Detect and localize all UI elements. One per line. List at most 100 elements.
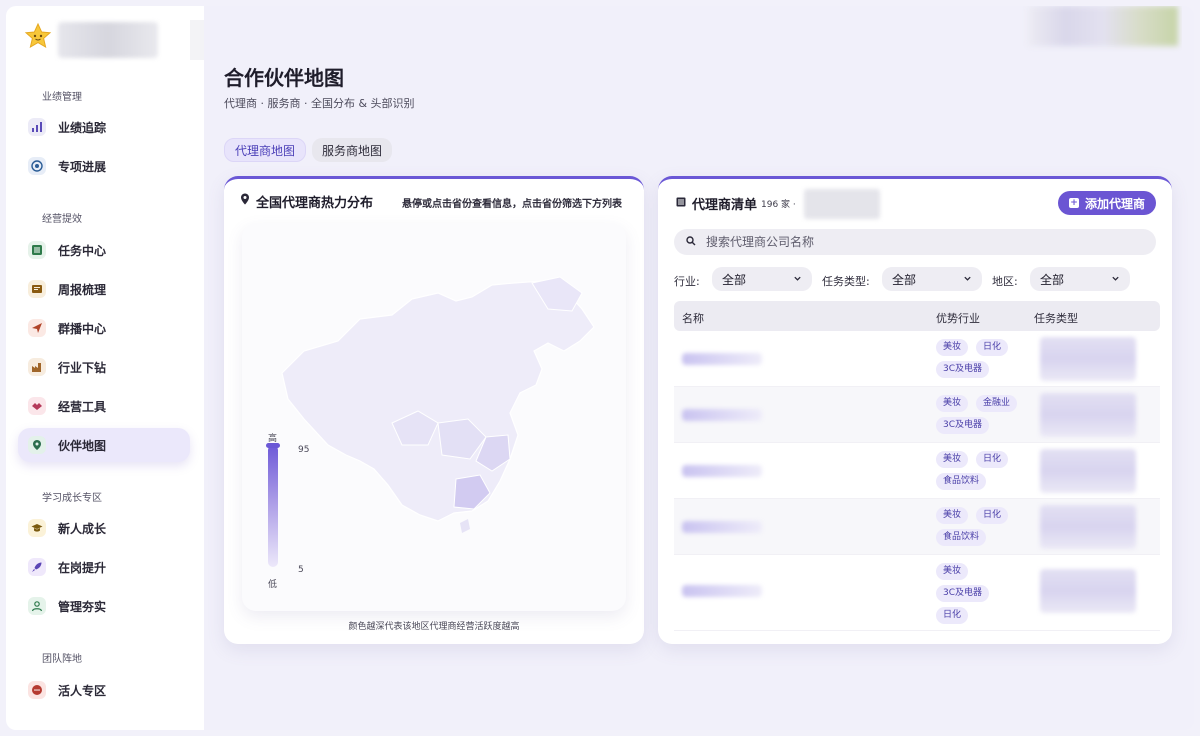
agent-name-redacted	[682, 409, 762, 421]
industry-tag: 3C及电器	[936, 417, 990, 434]
agent-name-redacted	[682, 353, 762, 365]
sidebar-item-label: 在岗提升	[58, 560, 107, 575]
industry-tag: 3C及电器	[936, 361, 990, 378]
chevron-down-icon	[964, 276, 971, 281]
agent-list-card: 代理商清单 196 家 · + 添加代理商 行业: 全部 任务类型: 全部 地区…	[658, 176, 1172, 644]
region-filter-label: 地区:	[992, 275, 1018, 288]
sidebar-item-partner-map[interactable]: 伙伴地图	[18, 428, 190, 462]
tab-service-provider-map[interactable]: 服务商地图	[312, 138, 393, 162]
industry-filter-select[interactable]: 全部	[712, 267, 812, 291]
add-agent-label: 添加代理商	[1084, 196, 1145, 211]
handshake-icon	[28, 397, 46, 415]
heat-legend-bar	[268, 445, 278, 567]
industry-tag: 美妆	[936, 339, 969, 356]
factory-icon	[28, 358, 46, 376]
app-name-redacted	[58, 22, 158, 58]
task-type-redacted	[1040, 569, 1136, 613]
page-title: 合作伙伴地图	[224, 66, 344, 90]
pin-icon	[28, 436, 46, 454]
list-icon	[28, 241, 46, 259]
industry-tag: 日化	[936, 607, 969, 624]
chat-icon	[28, 681, 46, 699]
industry-tag: 日化	[976, 507, 1009, 524]
nav-section-learning: 学习成长专区	[42, 493, 102, 504]
task-type-filter-label: 任务类型:	[822, 275, 870, 288]
column-industry: 优势行业	[936, 312, 980, 325]
sidebar-item-task-center[interactable]: 任务中心	[18, 233, 190, 267]
search-input[interactable]	[674, 229, 1156, 255]
legend-low-label: 低	[268, 580, 278, 590]
china-map-panel	[242, 223, 626, 611]
china-map[interactable]	[242, 223, 626, 611]
industry-tag: 3C及电器	[936, 585, 990, 602]
column-name: 名称	[682, 312, 704, 325]
industry-tag: 美妆	[936, 507, 969, 524]
sidebar-item-label: 新人成长	[58, 521, 107, 536]
table-row[interactable]: 美妆 3C及电器 日化	[674, 555, 1160, 631]
sidebar-item-label: 行业下钻	[58, 360, 107, 375]
industry-tag: 食品饮料	[936, 473, 987, 490]
map-province-hainan[interactable]	[460, 519, 470, 533]
plus-icon: +	[1068, 198, 1079, 208]
sidebar-item-label: 专项进展	[58, 159, 107, 174]
sidebar-edge	[190, 20, 204, 60]
task-type-redacted	[1040, 505, 1136, 549]
task-type-redacted	[1040, 393, 1136, 437]
legend-max-value: 95	[298, 445, 310, 455]
sidebar-item-business-tools[interactable]: 经营工具	[18, 389, 190, 423]
rocket-icon	[28, 558, 46, 576]
heatmap-footnote: 颜色越深代表该地区代理商经营活跃度越高	[348, 622, 520, 632]
table-header: 名称 优势行业 任务类型	[674, 301, 1160, 331]
region-filter-value: 全部	[1040, 272, 1065, 287]
agent-list-title: 代理商清单	[692, 198, 758, 213]
chevron-down-icon	[1112, 276, 1119, 281]
sidebar-item-living-zone[interactable]: 活人专区	[18, 673, 190, 707]
chevron-down-icon	[794, 276, 801, 281]
report-icon	[28, 280, 46, 298]
app-frame: 业绩管理 业绩追踪 专项进展 经营提效 任务中心 周报梳理 群播中心 行业下钻 …	[6, 6, 1194, 730]
table-row[interactable]: 美妆 金融业 3C及电器	[674, 387, 1160, 443]
industry-filter-label: 行业:	[674, 275, 700, 288]
sidebar-item-management-foundation[interactable]: 管理夯实	[18, 589, 190, 623]
industry-tag: 美妆	[936, 563, 969, 580]
list-icon	[676, 197, 686, 207]
graduation-icon	[28, 519, 46, 537]
industry-tag: 美妆	[936, 395, 969, 412]
sidebar-item-industry-drilldown[interactable]: 行业下钻	[18, 350, 190, 384]
sidebar-item-broadcast-center[interactable]: 群播中心	[18, 311, 190, 345]
scroll-gutter	[1182, 6, 1194, 730]
industry-tag: 美妆	[936, 451, 969, 468]
table-row[interactable]: 美妆 日化 食品饮料	[674, 499, 1160, 555]
add-agent-button[interactable]: + 添加代理商	[1058, 191, 1156, 215]
map-region-china[interactable]	[281, 280, 595, 522]
sidebar-item-label: 经营工具	[58, 399, 107, 414]
industry-tag: 金融业	[976, 395, 1018, 412]
sidebar: 业绩管理 业绩追踪 专项进展 经营提效 任务中心 周报梳理 群播中心 行业下钻 …	[6, 6, 204, 730]
sidebar-item-weekly-report[interactable]: 周报梳理	[18, 272, 190, 306]
search-icon	[686, 236, 696, 246]
user-profile-redacted[interactable]	[1028, 6, 1178, 46]
sidebar-item-on-job-improvement[interactable]: 在岗提升	[18, 550, 190, 584]
task-type-filter-select[interactable]: 全部	[882, 267, 982, 291]
legend-min-value: 5	[298, 565, 304, 575]
tab-agent-map[interactable]: 代理商地图	[224, 138, 307, 162]
task-type-redacted	[1040, 449, 1136, 493]
target-icon	[28, 157, 46, 175]
sidebar-item-performance-tracking[interactable]: 业绩追踪	[18, 110, 190, 144]
legend-high-label: 高	[268, 434, 278, 444]
heatmap-title: 全国代理商热力分布	[256, 196, 374, 211]
sidebar-item-label: 周报梳理	[58, 282, 107, 297]
star-logo-icon	[24, 22, 52, 49]
sidebar-item-label: 群播中心	[58, 321, 107, 336]
table-row[interactable]: 美妆 日化 3C及电器	[674, 331, 1160, 387]
sidebar-item-label: 任务中心	[58, 243, 107, 258]
page-subtitle: 代理商 · 服务商 · 全国分布 & 头部识别	[224, 97, 415, 110]
region-filter-select[interactable]: 全部	[1030, 267, 1130, 291]
sidebar-item-special-progress[interactable]: 专项进展	[18, 149, 190, 183]
table-row[interactable]: 美妆 日化 食品饮料	[674, 443, 1160, 499]
nav-section-performance: 业绩管理	[42, 92, 82, 103]
industry-tag: 日化	[976, 339, 1009, 356]
sidebar-item-newcomer-growth[interactable]: 新人成长	[18, 511, 190, 545]
location-pin-icon	[241, 193, 249, 205]
industry-filter-value: 全部	[722, 272, 747, 287]
